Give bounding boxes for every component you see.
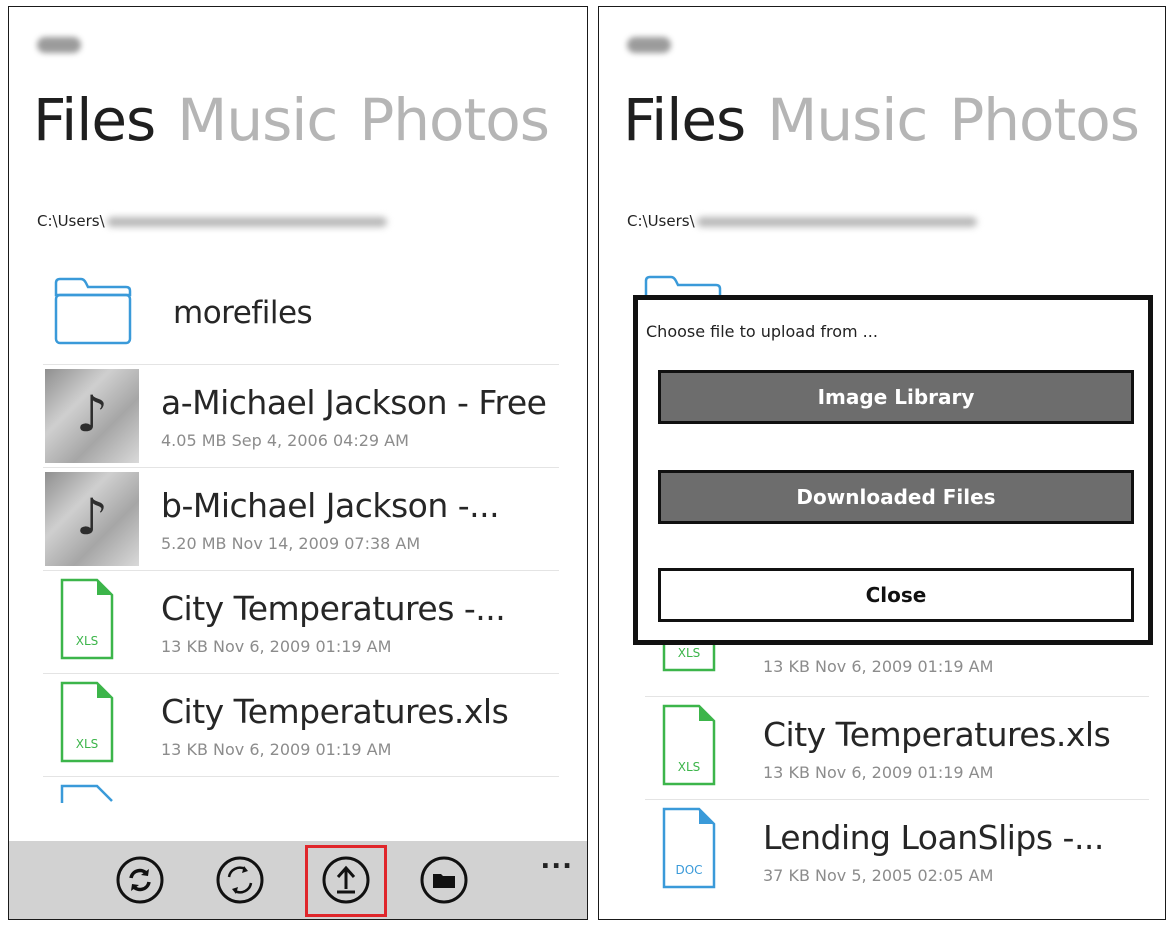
- doc-file-icon: [60, 784, 113, 803]
- file-meta: 5.20 MB Nov 14, 2009 07:38 AM: [161, 534, 421, 553]
- phone-screen-left: sree1 FilesMusicPhotos C:\Users\ morefil…: [8, 6, 588, 920]
- file-item[interactable]: ♪ a-Michael Jackson - Free 4.05 MB Sep 4…: [43, 365, 559, 468]
- pivot-tab-music[interactable]: Music: [767, 86, 928, 154]
- app-bar: ...: [9, 841, 587, 919]
- folder-icon: [54, 277, 132, 345]
- music-note-icon: ♪: [76, 488, 108, 546]
- file-item[interactable]: XLS City Temperatures -... 13 KB Nov 6, …: [43, 571, 559, 674]
- pivot-header: Files Music Photos: [33, 91, 571, 149]
- pivot-header: Files Music Photos: [623, 91, 1161, 149]
- breadcrumb: C:\Users\: [37, 212, 387, 230]
- pivot-tab-files[interactable]: Files: [623, 86, 746, 154]
- doc-file-icon: DOC: [662, 807, 716, 889]
- file-meta: 13 KB Nov 6, 2009 01:19 AM: [763, 763, 994, 782]
- file-name: City Temperatures.xls: [763, 715, 1111, 754]
- pivot-tab-photos[interactable]: Photos: [949, 86, 1140, 154]
- more-icon[interactable]: ...: [540, 845, 573, 875]
- file-item[interactable]: ♪ b-Michael Jackson -... 5.20 MB Nov 14,…: [43, 468, 559, 571]
- pivot-tab-photos[interactable]: Photos: [359, 86, 550, 154]
- music-thumbnail: ♪: [45, 369, 139, 463]
- downloaded-files-button[interactable]: Downloaded Files: [658, 470, 1134, 524]
- file-item[interactable]: XLS City Temperatures.xls 13 KB Nov 6, 2…: [43, 674, 559, 777]
- music-note-icon: ♪: [76, 385, 108, 443]
- account-name: sree1: [37, 37, 81, 53]
- file-name: b-Michael Jackson -...: [161, 486, 500, 525]
- file-name: a-Michael Jackson - Free: [161, 383, 547, 422]
- file-name: Lending LoanSlips -...: [763, 818, 1104, 857]
- file-list: morefiles ♪ a-Michael Jackson - Free 4.0…: [43, 269, 559, 817]
- xls-icon-label: XLS: [678, 646, 701, 660]
- pivot-tab-files[interactable]: Files: [33, 86, 156, 154]
- close-button[interactable]: Close: [658, 568, 1134, 622]
- file-item[interactable]: DOC Lending LoanSlips -... 37 KB Nov 5, …: [645, 800, 1149, 903]
- upload-highlight: [305, 845, 387, 917]
- xls-file-icon: XLS: [60, 578, 114, 660]
- doc-icon-label: DOC: [675, 863, 702, 877]
- refresh-button[interactable]: [215, 855, 265, 905]
- image-library-button[interactable]: Image Library: [658, 370, 1134, 424]
- folder-name: morefiles: [173, 295, 313, 331]
- xls-file-icon: XLS: [662, 704, 716, 786]
- sync-icon: [116, 856, 164, 904]
- phone-screen-right: sree1 FilesMusicPhotos C:\Users\ XLS 13 …: [598, 6, 1166, 920]
- pivot-tab-music[interactable]: Music: [177, 86, 338, 154]
- file-name: City Temperatures.xls: [161, 692, 509, 731]
- dialog-title: Choose file to upload from ...: [646, 322, 878, 341]
- file-name: City Temperatures -...: [161, 589, 506, 628]
- folder-icon: [420, 856, 468, 904]
- breadcrumb: C:\Users\: [627, 212, 977, 230]
- file-meta: 13 KB Nov 6, 2009 01:19 AM: [161, 740, 392, 759]
- open-folder-button[interactable]: [419, 855, 469, 905]
- path-prefix: C:\Users\: [37, 212, 105, 230]
- upload-source-dialog: Choose file to upload from ... Image Lib…: [633, 295, 1153, 645]
- file-item[interactable]: XLS City Temperatures.xls 13 KB Nov 6, 2…: [645, 697, 1149, 800]
- path-prefix: C:\Users\: [627, 212, 695, 230]
- xls-icon-label: XLS: [76, 634, 99, 648]
- path-redacted: [106, 216, 387, 227]
- refresh-icon: [216, 856, 264, 904]
- file-item[interactable]: XLS 13 KB Nov 6, 2009 01:19 AM: [645, 637, 1149, 697]
- account-name: sree1: [627, 37, 671, 53]
- xls-icon-label: XLS: [76, 737, 99, 751]
- file-meta: 13 KB Nov 6, 2009 01:19 AM: [161, 637, 392, 656]
- file-meta: 13 KB Nov 6, 2009 01:19 AM: [763, 657, 994, 676]
- file-item-partial[interactable]: [43, 777, 559, 817]
- file-list: XLS 13 KB Nov 6, 2009 01:19 AM XLS City …: [645, 637, 1149, 903]
- file-meta: 37 KB Nov 5, 2005 02:05 AM: [763, 866, 994, 885]
- sync-button[interactable]: [115, 855, 165, 905]
- music-thumbnail: ♪: [45, 472, 139, 566]
- xls-icon-label: XLS: [678, 760, 701, 774]
- path-redacted: [696, 216, 977, 227]
- folder-item[interactable]: morefiles: [43, 269, 559, 365]
- xls-file-icon: XLS: [60, 681, 114, 763]
- file-meta: 4.05 MB Sep 4, 2006 04:29 AM: [161, 431, 409, 450]
